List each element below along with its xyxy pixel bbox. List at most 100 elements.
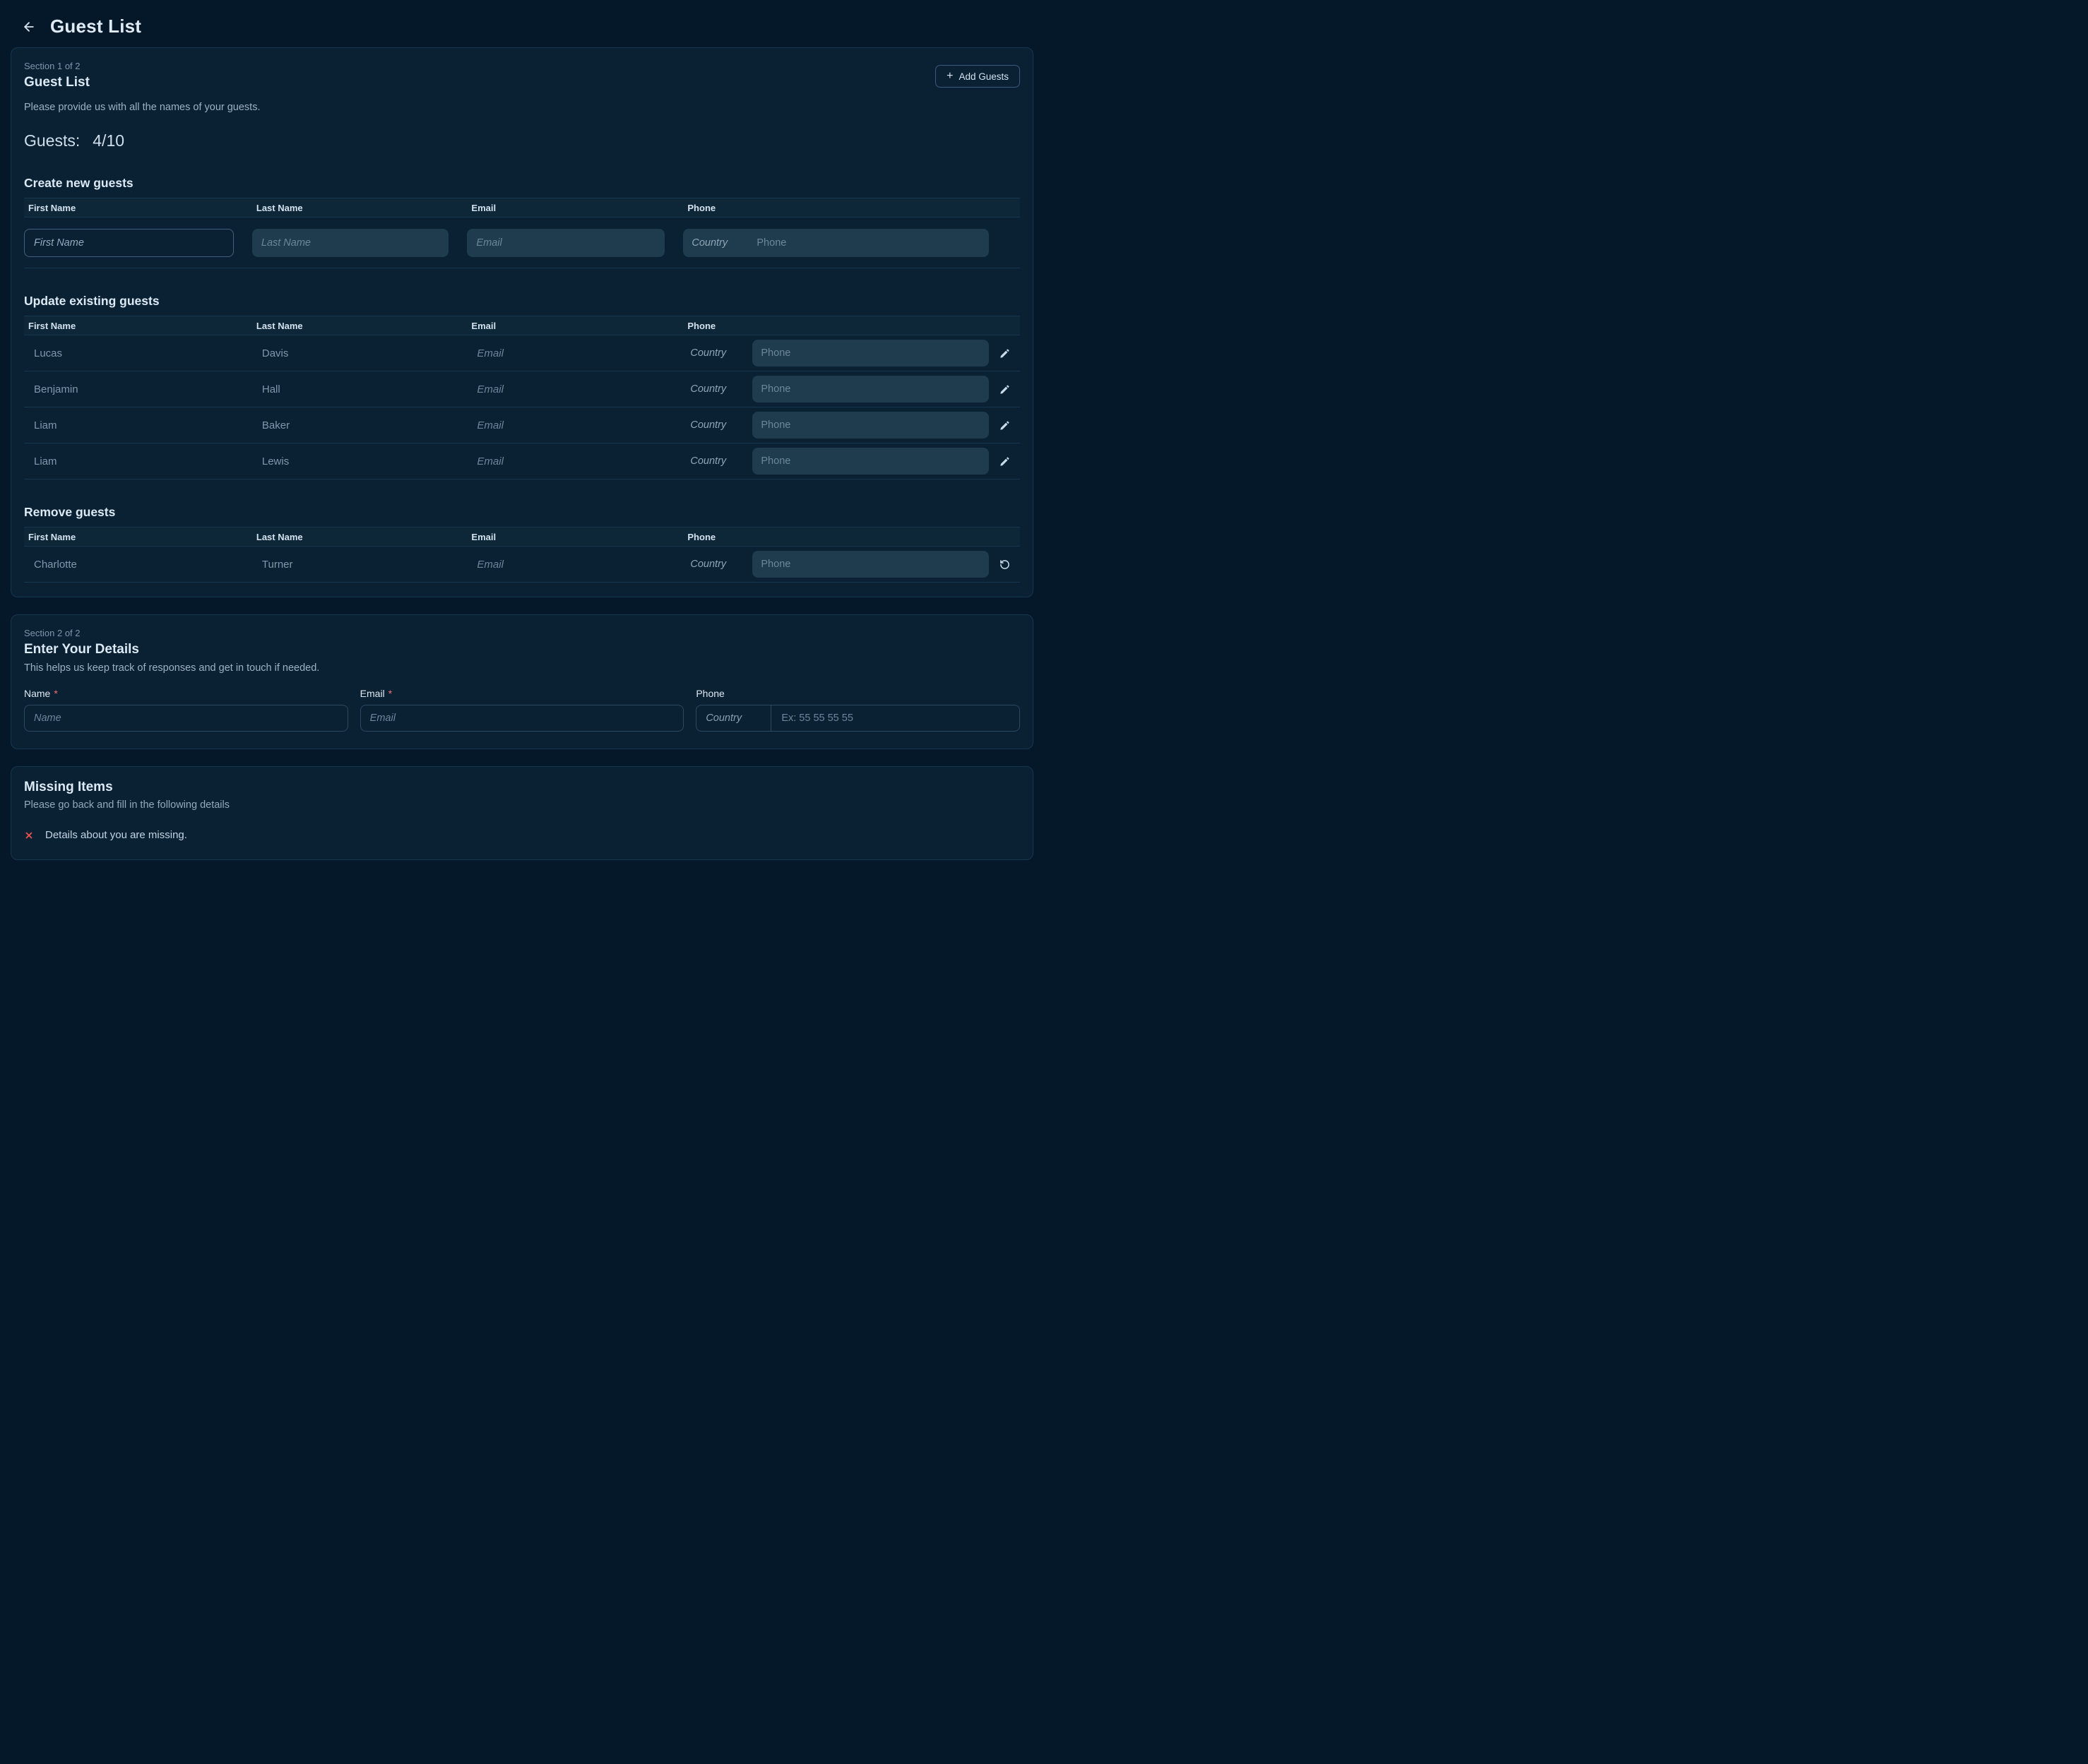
new-country-select[interactable]: Country [683, 237, 757, 249]
country-select[interactable]: Country [683, 559, 752, 570]
update-guests-table: First Name Last Name Email Phone Lucas D… [24, 316, 1020, 479]
remove-table-header: First Name Last Name Email Phone [24, 527, 1020, 547]
col-email: Email [467, 532, 683, 542]
remove-guest-row: Charlotte Turner Email Country [24, 547, 1020, 583]
guest-email-placeholder: Email [467, 419, 683, 431]
guest-first-name: Lucas [24, 347, 252, 359]
restore-guest-button[interactable] [997, 556, 1013, 573]
col-phone: Phone [683, 532, 989, 542]
guest-last-name: Hall [252, 383, 468, 395]
missing-items-card: Missing Items Please go back and fill in… [11, 766, 1033, 860]
details-fields: Name * Email * Phone Country [24, 688, 1020, 732]
update-guest-row: Lucas Davis Email Country [24, 335, 1020, 371]
col-first-name: First Name [24, 321, 252, 331]
col-first-name: First Name [24, 203, 252, 213]
new-email-input[interactable] [467, 229, 665, 257]
add-guests-label: Add Guests [959, 71, 1009, 82]
missing-items-title: Missing Items [24, 780, 1020, 795]
guest-phone-input[interactable] [752, 448, 989, 475]
arrow-left-icon [22, 20, 36, 34]
page: Guest List Section 1 of 2 Guest List + A… [0, 0, 1044, 905]
guest-phone-input[interactable] [752, 376, 989, 403]
undo-rotate-ccw-icon [999, 559, 1010, 570]
update-table-header: First Name Last Name Email Phone [24, 316, 1020, 335]
email-label: Email [360, 688, 385, 699]
section1-card: Section 1 of 2 Guest List + Add Guests P… [11, 47, 1033, 597]
new-last-name-input[interactable] [252, 229, 449, 257]
add-guests-button[interactable]: + Add Guests [935, 65, 1020, 88]
col-phone: Phone [683, 203, 989, 213]
plus-icon: + [947, 71, 953, 82]
guest-email-placeholder: Email [467, 383, 683, 395]
edit-guest-button[interactable] [997, 453, 1013, 470]
update-guest-row: Liam Lewis Email Country [24, 443, 1020, 479]
country-select[interactable]: Country [683, 419, 752, 431]
pencil-icon [999, 384, 1010, 395]
new-phone-input[interactable] [757, 229, 989, 257]
edit-guest-button[interactable] [997, 345, 1013, 362]
col-last-name: Last Name [252, 532, 468, 542]
create-table-header: First Name Last Name Email Phone [24, 198, 1020, 217]
section2-title: Enter Your Details [24, 642, 1020, 657]
email-field-group: Email * [360, 688, 684, 732]
guest-last-name: Baker [252, 419, 468, 431]
update-guest-row: Liam Baker Email Country [24, 407, 1020, 443]
guest-first-name: Liam [24, 419, 252, 431]
section2-description: This helps us keep track of responses an… [24, 662, 1020, 674]
guest-phone-input[interactable] [752, 340, 989, 366]
country-select[interactable]: Country [683, 347, 752, 359]
name-field[interactable] [24, 705, 348, 732]
page-title: Guest List [50, 16, 141, 37]
col-email: Email [467, 203, 683, 213]
guest-phone-input[interactable] [752, 412, 989, 439]
guest-email-placeholder: Email [467, 455, 683, 467]
guest-last-name: Lewis [252, 455, 468, 467]
pencil-icon [999, 420, 1010, 431]
top-header: Guest List [11, 10, 1033, 47]
section1-kicker: Section 1 of 2 [24, 61, 90, 71]
guests-counter: Guests: 4/10 [24, 131, 1020, 150]
country-select[interactable]: Country [683, 455, 752, 467]
edit-guest-button[interactable] [997, 417, 1013, 434]
guest-phone-input[interactable] [752, 551, 989, 578]
back-button[interactable] [20, 18, 37, 35]
create-guests-heading: Create new guests [24, 176, 1020, 191]
name-field-group: Name * [24, 688, 348, 732]
required-asterisk: * [388, 688, 392, 699]
guest-first-name: Liam [24, 455, 252, 467]
col-last-name: Last Name [252, 203, 468, 213]
remove-guests-heading: Remove guests [24, 505, 1020, 520]
phone-field[interactable] [771, 705, 1019, 731]
phone-field-group: Phone Country [696, 688, 1020, 732]
create-guest-row: Country [24, 217, 1020, 268]
col-first-name: First Name [24, 532, 252, 542]
guest-email-placeholder: Email [467, 559, 683, 571]
create-guests-table: First Name Last Name Email Phone C [24, 198, 1020, 268]
edit-guest-button[interactable] [997, 381, 1013, 398]
name-label: Name [24, 688, 50, 699]
required-asterisk: * [54, 688, 57, 699]
phone-input-group: Country [696, 705, 1020, 732]
error-x-icon [24, 830, 34, 840]
section2-card: Section 2 of 2 Enter Your Details This h… [11, 614, 1033, 749]
guest-first-name: Charlotte [24, 559, 252, 571]
update-guest-row: Benjamin Hall Email Country [24, 371, 1020, 407]
section1-title: Guest List [24, 75, 90, 90]
missing-item-text: Details about you are missing. [45, 829, 187, 841]
pencil-icon [999, 348, 1010, 359]
col-email: Email [467, 321, 683, 331]
section2-kicker: Section 2 of 2 [24, 628, 1020, 638]
guests-label: Guests: [24, 131, 80, 150]
phone-label: Phone [696, 688, 724, 699]
new-first-name-input[interactable] [24, 229, 234, 257]
guest-last-name: Davis [252, 347, 468, 359]
pencil-icon [999, 456, 1010, 467]
guest-email-placeholder: Email [467, 347, 683, 359]
email-field[interactable] [360, 705, 684, 732]
update-guests-heading: Update existing guests [24, 294, 1020, 309]
country-select[interactable]: Country [696, 705, 771, 731]
section1-description: Please provide us with all the names of … [24, 102, 1020, 113]
col-phone: Phone [683, 321, 989, 331]
guest-last-name: Turner [252, 559, 468, 571]
country-select[interactable]: Country [683, 383, 752, 395]
